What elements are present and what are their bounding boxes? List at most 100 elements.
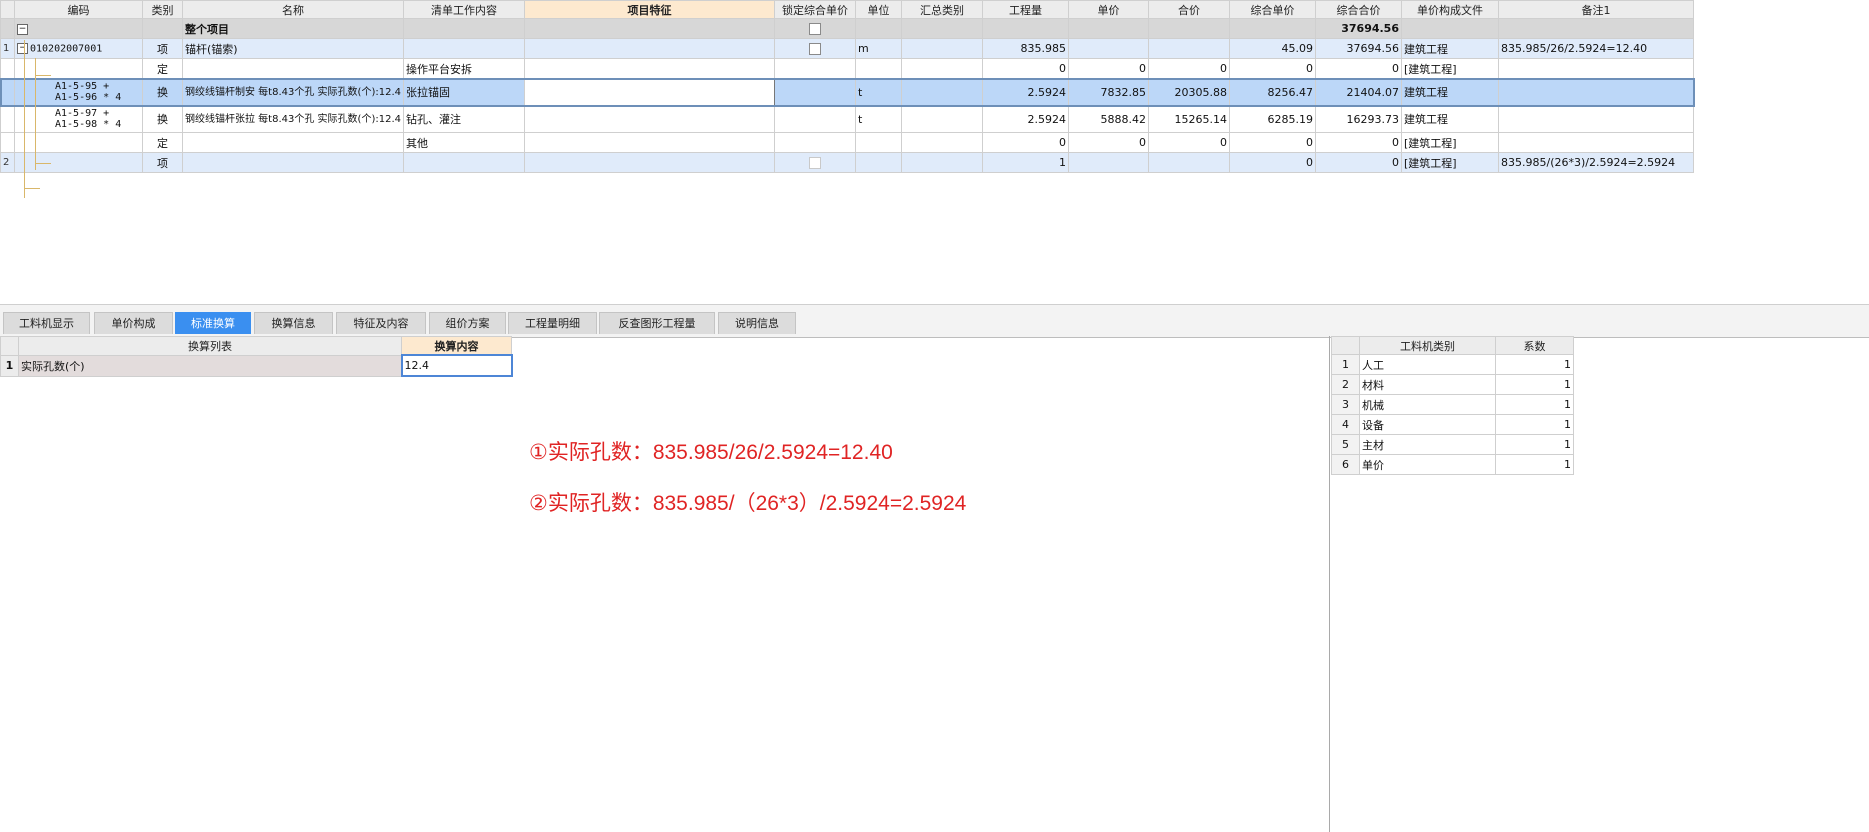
unit-cell[interactable]: m bbox=[855, 38, 902, 59]
header-type[interactable]: 类别 bbox=[142, 0, 183, 19]
comp-price-cell[interactable]: 0 bbox=[1229, 152, 1316, 173]
comp-total-cell[interactable]: 0 bbox=[1315, 58, 1402, 79]
comp-total-cell[interactable]: 21404.07 bbox=[1315, 78, 1402, 106]
header-summary-category[interactable]: 汇总类别 bbox=[901, 0, 983, 19]
table-row[interactable]: 2 项 1 0 0 [建筑工程] 835.985/(26*3)/2.5924=2… bbox=[0, 152, 1694, 173]
header-conversion-content[interactable]: 换算内容 bbox=[401, 336, 512, 356]
code-cell[interactable]: A1-5-97 + A1-5-98 * 4 bbox=[14, 105, 143, 133]
tab-standard-conversion[interactable]: 标准换算 bbox=[175, 312, 251, 334]
header-comp-unit-price[interactable]: 综合单价 bbox=[1229, 0, 1316, 19]
price-cell[interactable]: 7832.85 bbox=[1068, 78, 1149, 106]
type-cell[interactable]: 定 bbox=[142, 58, 183, 79]
price-cell[interactable]: 0 bbox=[1068, 58, 1149, 79]
table-row[interactable]: 定 操作平台安拆 0 0 0 0 0 [建筑工程] bbox=[0, 58, 1694, 79]
feature-cell[interactable] bbox=[524, 58, 775, 79]
remark-cell[interactable] bbox=[1498, 78, 1694, 106]
code-cell[interactable] bbox=[14, 152, 143, 173]
table-row[interactable]: 6 单价 1 bbox=[1331, 454, 1574, 475]
comp-total-cell[interactable]: 0 bbox=[1315, 152, 1402, 173]
lock-cell[interactable] bbox=[774, 58, 856, 79]
name-cell[interactable]: 锚杆(锚索) bbox=[182, 38, 404, 59]
header-total-price[interactable]: 合价 bbox=[1148, 0, 1230, 19]
summary-cat-cell[interactable] bbox=[901, 132, 983, 153]
feature-cell[interactable] bbox=[524, 152, 775, 173]
table-row[interactable]: 1 人工 1 bbox=[1331, 354, 1574, 375]
lock-cell[interactable] bbox=[774, 38, 856, 59]
tab-price-composition[interactable]: 单价构成 bbox=[94, 312, 173, 334]
code-cell[interactable]: A1-5-95 + A1-5-96 * 4 bbox=[14, 78, 143, 106]
header-unit[interactable]: 单位 bbox=[855, 0, 902, 19]
conversion-value-input[interactable]: 12.4 bbox=[400, 354, 513, 377]
comp-price-cell[interactable]: 45.09 bbox=[1229, 38, 1316, 59]
work-cell[interactable]: 钻孔、灌注 bbox=[403, 105, 525, 133]
feature-cell[interactable] bbox=[524, 132, 775, 153]
summary-cat-cell[interactable] bbox=[901, 58, 983, 79]
qty-cell[interactable]: 0 bbox=[982, 132, 1069, 153]
summary-row[interactable]: − 整个项目 37694.56 bbox=[0, 18, 1694, 39]
lock-cell[interactable] bbox=[774, 105, 856, 133]
remark-cell[interactable] bbox=[1498, 132, 1694, 153]
unit-cell[interactable]: t bbox=[855, 105, 902, 133]
file-cell[interactable]: [建筑工程] bbox=[1401, 132, 1499, 153]
table-row[interactable]: 1 实际孔数(个) 12.4 bbox=[0, 354, 513, 377]
header-price-file[interactable]: 单价构成文件 bbox=[1401, 0, 1499, 19]
lock-price-checkbox[interactable] bbox=[809, 157, 821, 169]
lock-cell[interactable] bbox=[774, 132, 856, 153]
tab-reverse-graphic-quantity[interactable]: 反查图形工程量 bbox=[599, 312, 715, 334]
qty-cell[interactable]: 2.5924 bbox=[982, 105, 1069, 133]
unit-cell[interactable]: t bbox=[855, 78, 902, 106]
file-cell[interactable]: 建筑工程 bbox=[1401, 78, 1499, 106]
lock-price-checkbox[interactable] bbox=[809, 43, 821, 55]
collapse-icon[interactable]: − bbox=[17, 42, 28, 54]
tab-quantity-detail[interactable]: 工程量明细 bbox=[508, 312, 597, 334]
table-row-selected[interactable]: A1-5-95 + A1-5-96 * 4 换 钢绞线锚杆制安 每t8.43个孔 … bbox=[0, 77, 1695, 107]
qty-cell[interactable]: 1 bbox=[982, 152, 1069, 173]
comp-total-cell[interactable]: 0 bbox=[1315, 132, 1402, 153]
feature-cell[interactable] bbox=[524, 38, 775, 59]
type-cell[interactable]: 换 bbox=[142, 105, 183, 133]
work-cell[interactable]: 张拉锚固 bbox=[403, 78, 525, 106]
header-name[interactable]: 名称 bbox=[182, 0, 404, 19]
lock-cell[interactable] bbox=[774, 152, 856, 173]
total-cell[interactable] bbox=[1148, 38, 1230, 59]
header-coefficient[interactable]: 系数 bbox=[1495, 336, 1574, 355]
comp-total-cell[interactable]: 37694.56 bbox=[1315, 38, 1402, 59]
header-unit-price[interactable]: 单价 bbox=[1068, 0, 1149, 19]
feature-cell-editing[interactable] bbox=[524, 78, 775, 106]
type-cell[interactable]: 换 bbox=[142, 78, 183, 106]
lock-cell[interactable] bbox=[774, 18, 856, 39]
unit-cell[interactable] bbox=[855, 132, 902, 153]
file-cell[interactable]: 建筑工程 bbox=[1401, 38, 1499, 59]
table-row[interactable]: 5 主材 1 bbox=[1331, 434, 1574, 455]
qty-cell[interactable]: 835.985 bbox=[982, 38, 1069, 59]
name-cell[interactable] bbox=[182, 152, 404, 173]
coefficient-cell[interactable]: 1 bbox=[1495, 454, 1574, 475]
remark-cell[interactable] bbox=[1498, 105, 1694, 133]
tab-conversion-info[interactable]: 换算信息 bbox=[254, 312, 333, 334]
tab-features-content[interactable]: 特征及内容 bbox=[336, 312, 426, 334]
work-cell[interactable] bbox=[403, 38, 525, 59]
pane-splitter[interactable] bbox=[1329, 336, 1330, 832]
type-cell[interactable]: 项 bbox=[142, 152, 183, 173]
file-cell[interactable]: 建筑工程 bbox=[1401, 105, 1499, 133]
header-remark[interactable]: 备注1 bbox=[1498, 0, 1694, 19]
unit-cell[interactable] bbox=[855, 58, 902, 79]
table-row[interactable]: 定 其他 0 0 0 0 0 [建筑工程] bbox=[0, 132, 1694, 153]
total-cell[interactable]: 15265.14 bbox=[1148, 105, 1230, 133]
coefficient-cell[interactable]: 1 bbox=[1495, 414, 1574, 435]
work-cell[interactable] bbox=[403, 152, 525, 173]
remark-cell[interactable] bbox=[1498, 58, 1694, 79]
name-cell[interactable]: 钢绞线锚杆张拉 每t8.43个孔 实际孔数(个):12.4 bbox=[182, 105, 404, 133]
price-cell[interactable]: 0 bbox=[1068, 132, 1149, 153]
name-cell[interactable]: 钢绞线锚杆制安 每t8.43个孔 实际孔数(个):12.4 bbox=[182, 78, 404, 106]
feature-cell[interactable] bbox=[524, 105, 775, 133]
header-feature[interactable]: 项目特征 bbox=[524, 0, 775, 19]
header-lock-price[interactable]: 锁定综合单价 bbox=[774, 0, 856, 19]
qty-cell[interactable]: 2.5924 bbox=[982, 78, 1069, 106]
name-cell[interactable] bbox=[182, 58, 404, 79]
work-cell[interactable]: 操作平台安拆 bbox=[403, 58, 525, 79]
tree-cell[interactable]: − bbox=[14, 18, 143, 39]
remark-cell[interactable]: 835.985/(26*3)/2.5924=2.5924 bbox=[1498, 152, 1694, 173]
work-cell[interactable]: 其他 bbox=[403, 132, 525, 153]
table-row[interactable]: A1-5-97 + A1-5-98 * 4 换 钢绞线锚杆张拉 每t8.43个孔 … bbox=[0, 105, 1694, 133]
